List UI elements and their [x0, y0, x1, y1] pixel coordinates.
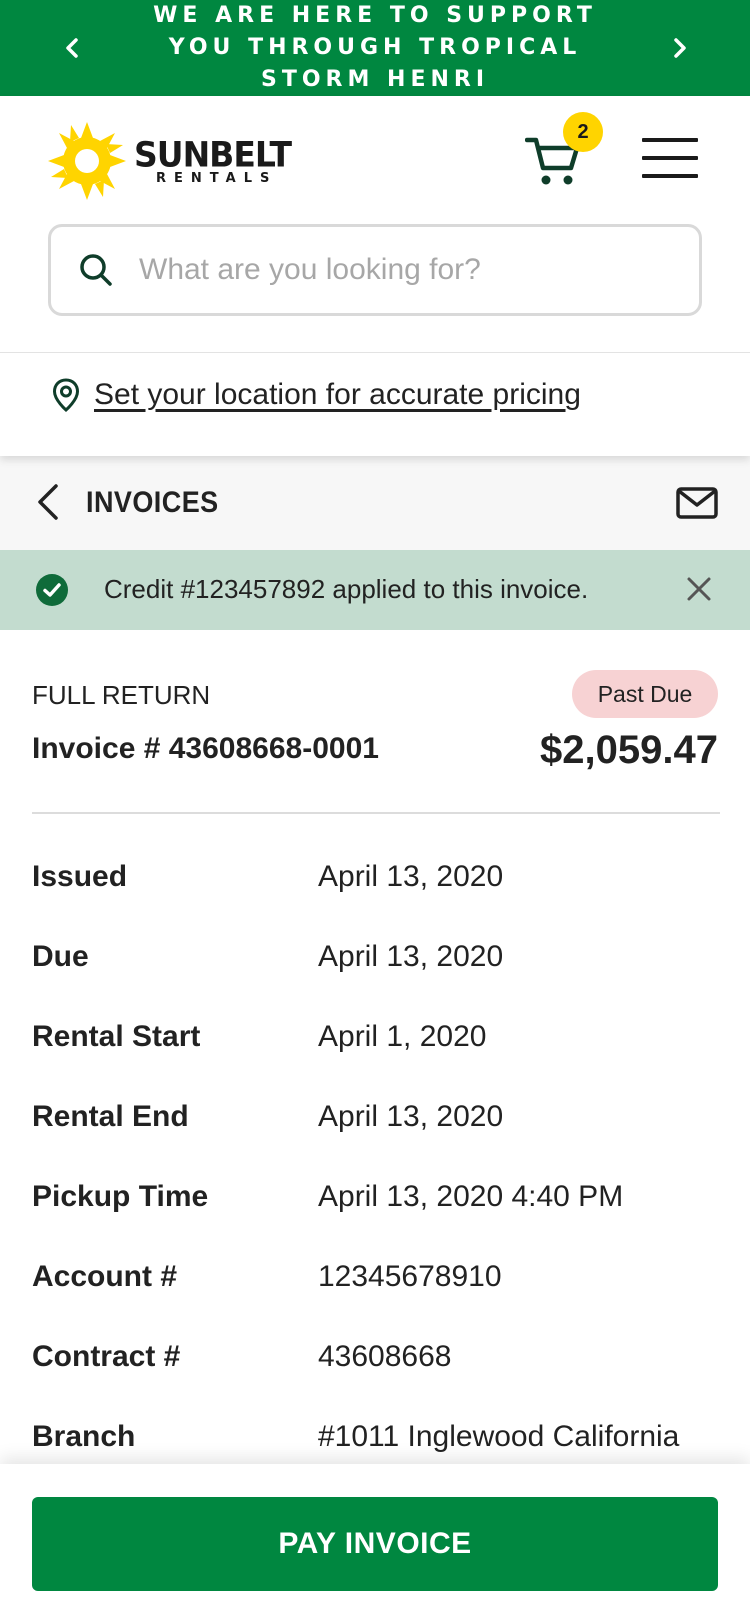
sunbelt-logo[interactable]: SUNBELT RENTALS: [46, 120, 316, 202]
detail-value: #1011 Inglewood California: [318, 1420, 680, 1453]
location-link-text[interactable]: Set your location for accurate pricing: [94, 378, 581, 412]
banner-next-button[interactable]: [660, 28, 700, 68]
chevron-left-icon: [66, 38, 78, 58]
search-input[interactable]: [139, 253, 679, 287]
location-link[interactable]: Set your location for accurate pricing: [52, 378, 581, 412]
header-divider: [0, 352, 750, 353]
detail-label: Rental Start: [32, 1020, 201, 1053]
site-header: SUNBELT RENTALS 2 Set your location for …: [0, 96, 750, 456]
detail-value: 43608668: [318, 1340, 452, 1373]
detail-row-branch: Branch #1011 Inglewood California: [32, 1420, 732, 1460]
email-invoice-button[interactable]: [676, 486, 718, 520]
pay-invoice-button[interactable]: PAY INVOICE: [32, 1497, 718, 1591]
check-circle-icon: [36, 574, 68, 606]
pay-bar: PAY INVOICE: [0, 1464, 750, 1624]
detail-row-rental-end: Rental End April 13, 2020: [32, 1100, 732, 1140]
detail-row-account: Account # 12345678910: [32, 1260, 732, 1300]
detail-label: Account #: [32, 1260, 178, 1293]
credit-applied-notice: Credit #123457892 applied to this invoic…: [0, 550, 750, 630]
invoices-subheader: INVOICES: [0, 456, 750, 550]
detail-label: Rental End: [32, 1100, 189, 1133]
location-pin-icon: [52, 378, 80, 412]
summary-divider: [32, 812, 720, 814]
detail-value: April 13, 2020 4:40 PM: [318, 1180, 624, 1213]
sun-logo-icon: [48, 122, 126, 200]
search-icon: [80, 254, 112, 286]
cart-count-badge: 2: [563, 112, 603, 152]
detail-label: Issued: [32, 860, 128, 893]
close-icon: [687, 577, 711, 601]
banner-message: WE ARE HERE TO SUPPORT YOU THROUGH TROPI…: [153, 3, 597, 92]
detail-value: April 13, 2020: [318, 1100, 504, 1133]
mail-icon: [676, 487, 718, 519]
detail-row-rental-start: Rental Start April 1, 2020: [32, 1020, 732, 1060]
detail-row-due: Due April 13, 2020: [32, 940, 732, 980]
detail-label: Branch: [32, 1420, 136, 1453]
cart-button[interactable]: 2: [524, 112, 603, 194]
back-arrow-icon: [38, 484, 58, 520]
logo-wordmark: SUNBELT RENTALS: [134, 134, 292, 186]
menu-button[interactable]: [642, 138, 698, 182]
return-type-label: FULL RETURN: [32, 680, 211, 710]
detail-row-contract: Contract # 43608668: [32, 1340, 732, 1380]
dismiss-notice-button[interactable]: [682, 572, 716, 606]
page-title: INVOICES: [86, 486, 219, 519]
back-button[interactable]: [32, 482, 66, 522]
chevron-right-icon: [674, 38, 686, 58]
menu-icon: [642, 138, 698, 178]
search-box[interactable]: [48, 224, 702, 316]
detail-label: Pickup Time: [32, 1180, 209, 1213]
status-badge: Past Due: [572, 670, 718, 718]
announcement-banner: WE ARE HERE TO SUPPORT YOU THROUGH TROPI…: [0, 0, 750, 96]
notice-message: Credit #123457892 applied to this invoic…: [104, 574, 589, 604]
detail-row-issued: Issued April 13, 2020: [32, 860, 732, 900]
invoice-amount: $2,059.47: [540, 728, 718, 772]
detail-value: April 1, 2020: [318, 1020, 487, 1053]
detail-value: April 13, 2020: [318, 860, 504, 893]
detail-row-pickup-time: Pickup Time April 13, 2020 4:40 PM: [32, 1180, 732, 1220]
detail-value: 12345678910: [318, 1260, 502, 1293]
logo-main-text: SUNBELT: [134, 134, 292, 175]
detail-label: Contract #: [32, 1340, 181, 1373]
invoice-number: Invoice # 43608668-0001: [32, 732, 379, 765]
detail-label: Due: [32, 940, 89, 973]
detail-value: April 13, 2020: [318, 940, 504, 973]
banner-prev-button[interactable]: [52, 28, 92, 68]
